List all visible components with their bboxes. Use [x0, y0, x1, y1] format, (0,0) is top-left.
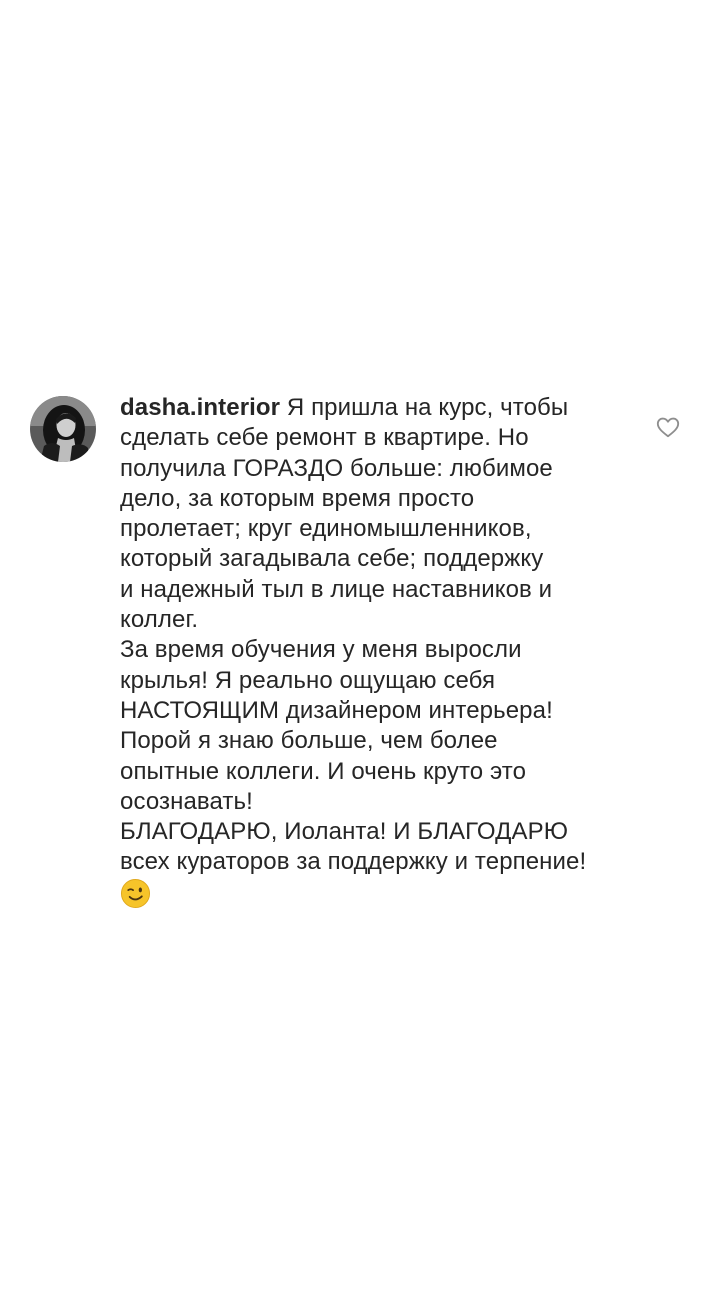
comment-line: крылья! Я реально ощущаю себя	[120, 666, 496, 694]
comment-line: дело, за которым время просто	[120, 484, 475, 512]
winking-face-emoji	[120, 878, 151, 909]
comment-line: опытные коллеги. И очень круто это	[120, 757, 527, 785]
comment-line: Я пришла на курс, чтобы	[286, 394, 569, 421]
comment-line: Порой я знаю больше, чем более	[120, 727, 498, 755]
comment-username[interactable]: dasha.interior	[120, 394, 280, 421]
comment: dasha.interior Я пришла на курс, чтобы с…	[30, 393, 690, 911]
comment-line: и надежный тыл в лице наставников и	[120, 575, 553, 603]
like-button[interactable]	[655, 414, 681, 440]
comment-line: который загадывала себе; поддержку	[120, 545, 544, 573]
comment-line: коллег.	[120, 606, 199, 634]
profile-photo	[30, 396, 96, 462]
comment-line: БЛАГОДАРЮ, Иоланта! И БЛАГОДАРЮ	[120, 818, 569, 846]
comment-line: сделать себе ремонт в квартире. Но	[120, 424, 529, 452]
comment-text: dasha.interior Я пришла на курс, чтобы с…	[120, 393, 646, 911]
comment-line: осознавать!	[120, 787, 253, 815]
comment-line: За время обучения у меня выросли	[120, 636, 522, 664]
comment-line: получила ГОРАЗДО больше: любимое	[120, 454, 553, 482]
avatar[interactable]	[30, 396, 96, 462]
comment-line: НАСТОЯЩИМ дизайнером интерьера!	[120, 696, 553, 724]
comment-line: пролетает; круг единомышленников,	[120, 515, 532, 543]
heart-outline-icon	[656, 417, 680, 438]
comment-line: всех кураторов за поддержку и терпение!	[120, 848, 587, 876]
